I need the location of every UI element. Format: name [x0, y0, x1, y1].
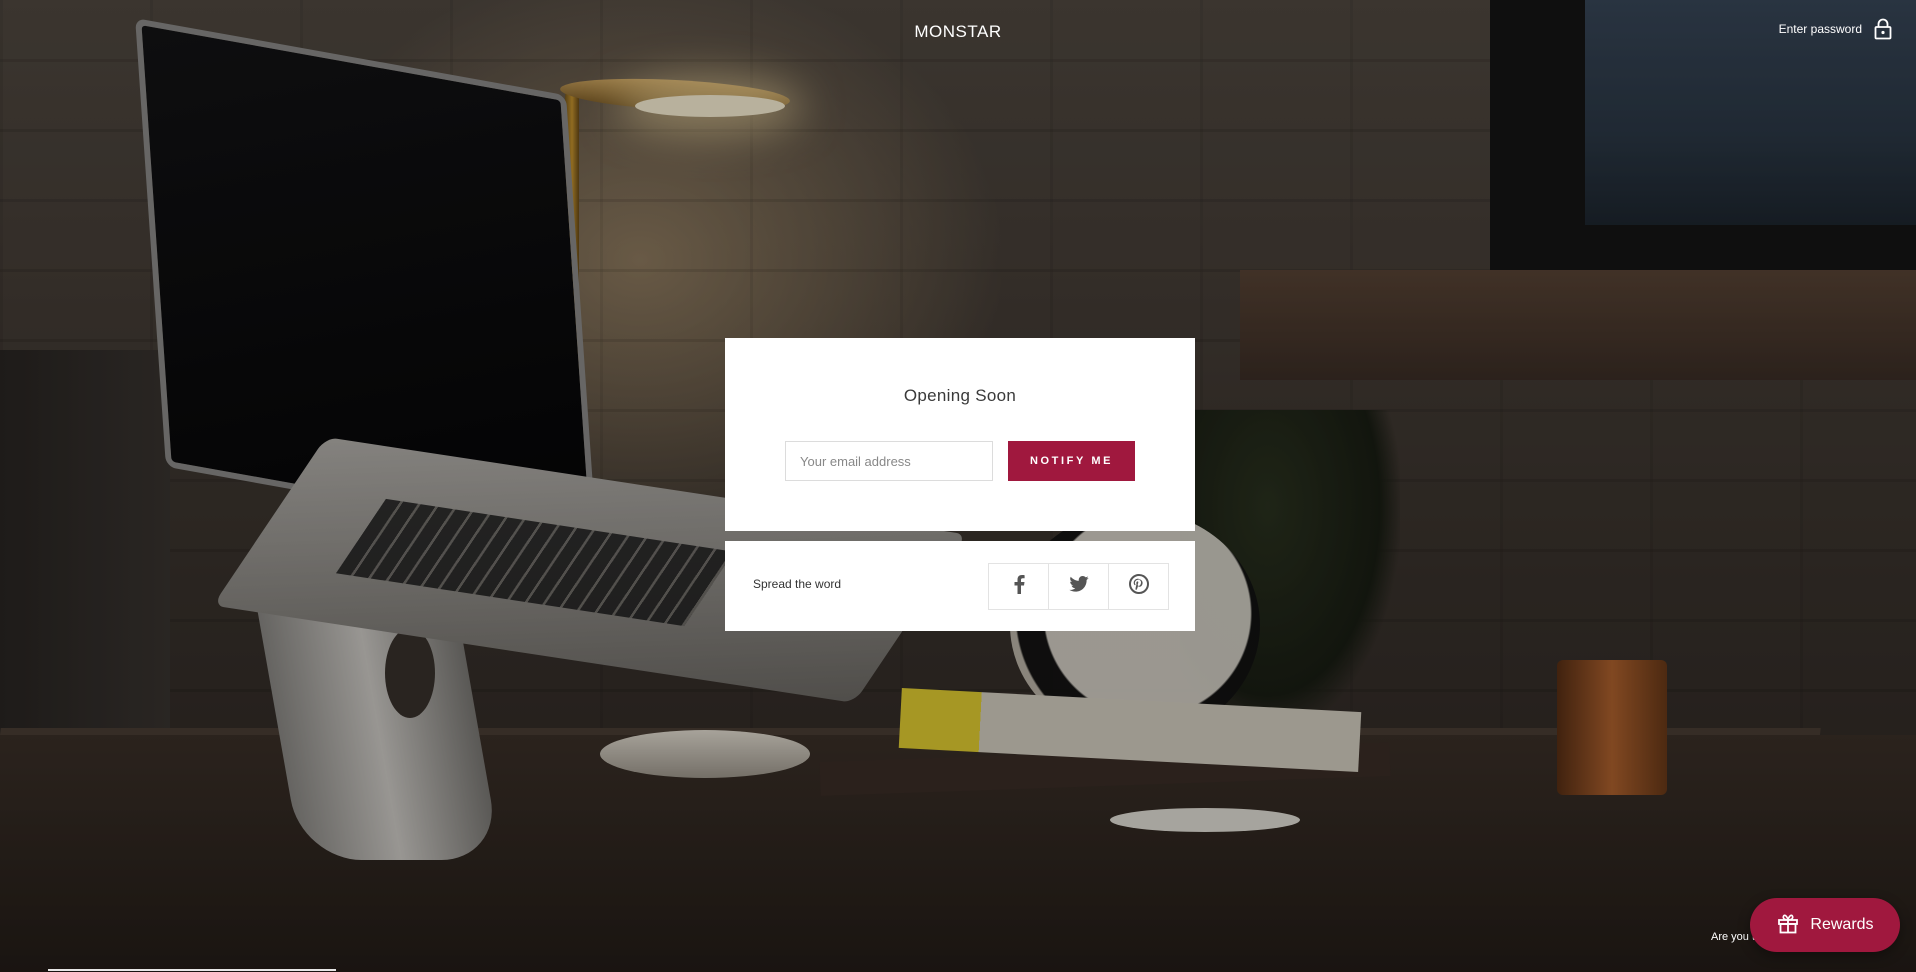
social-share-buttons: [988, 563, 1169, 610]
partial-footer-text: Are you t: [1711, 931, 1756, 943]
page-title: Opening Soon: [903, 386, 1017, 405]
rewards-label: Rewards: [1810, 916, 1874, 933]
facebook-icon: [1013, 574, 1025, 599]
pinterest-icon: [1128, 574, 1149, 599]
gift-icon: [1776, 911, 1800, 940]
rewards-button[interactable]: Rewards: [1750, 898, 1900, 952]
email-input[interactable]: [785, 441, 993, 481]
enter-password-link[interactable]: Enter password: [1779, 18, 1892, 40]
enter-password-label: Enter password: [1778, 22, 1862, 36]
notify-me-button[interactable]: NOTIFY ME: [1008, 441, 1135, 481]
twitter-icon: [1068, 576, 1089, 597]
loading-bar: [48, 969, 336, 971]
pinterest-share-button[interactable]: [1108, 563, 1169, 610]
share-label: Spread the word: [753, 577, 842, 591]
lock-icon: [1874, 18, 1892, 40]
facebook-share-button[interactable]: [988, 563, 1049, 610]
signup-card: Opening Soon NOTIFY ME: [725, 338, 1195, 531]
twitter-share-button[interactable]: [1048, 563, 1109, 610]
brand-logo[interactable]: MONSTAR: [0, 22, 1916, 42]
share-card: Spread the word: [725, 541, 1195, 631]
